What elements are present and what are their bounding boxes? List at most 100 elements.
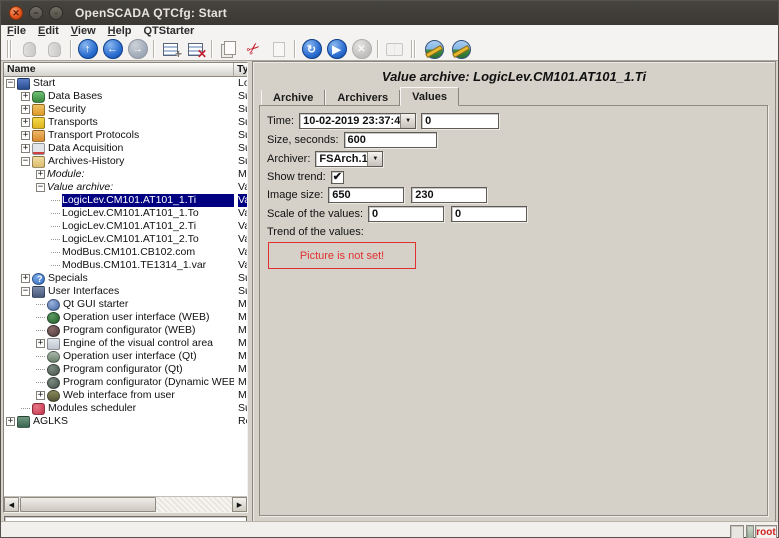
- qtstarter-config-icon[interactable]: [449, 38, 474, 60]
- image-width-input[interactable]: [328, 187, 404, 203]
- tree-item[interactable]: LogicLev.CM101.AT101_2.ToVa: [4, 233, 247, 246]
- tree-item[interactable]: +SecuritySu: [4, 103, 247, 116]
- show-trend-checkbox[interactable]: [331, 171, 344, 184]
- size-seconds-input[interactable]: [344, 132, 437, 148]
- save-to-db-icon: [42, 38, 67, 60]
- tree-item[interactable]: Program configurator (WEB) Mo: [4, 324, 247, 337]
- tree-item[interactable]: +Module:Mo: [4, 168, 247, 181]
- tree-item-label: Modules scheduler: [48, 402, 234, 415]
- tree-item-type: Va: [238, 194, 247, 207]
- expand-expander-icon[interactable]: +: [36, 170, 45, 179]
- tree-item[interactable]: +Transport ProtocolsSu: [4, 129, 247, 142]
- tree-item[interactable]: +Data AcquisitionSu: [4, 142, 247, 155]
- time-combobox[interactable]: 10-02-2019 23:37:47 ▼: [299, 113, 416, 129]
- tree-item[interactable]: +Web interface from userMo: [4, 389, 247, 402]
- tree-item-type: Mo: [238, 337, 247, 350]
- tree-item[interactable]: Modules schedulerSu: [4, 402, 247, 415]
- refresh-icon[interactable]: ↻: [299, 38, 324, 60]
- tab-archivers[interactable]: Archivers: [325, 90, 400, 105]
- up-icon[interactable]: ↑: [75, 38, 100, 60]
- tree-item[interactable]: +Engine of the visual control areaMo: [4, 337, 247, 350]
- tree-item[interactable]: ModBus.CM101.TE1314_1.varVa: [4, 259, 247, 272]
- tree-horizontal-scrollbar[interactable]: ◀ ▶: [4, 496, 247, 512]
- toolbar-handle[interactable]: [411, 40, 417, 58]
- scale-min-input[interactable]: [368, 206, 444, 222]
- tree-item[interactable]: Program configurator (Dynamic WEB)Mo: [4, 376, 247, 389]
- collapse-expander-icon[interactable]: −: [21, 157, 30, 166]
- tree-item[interactable]: ModBus.CM101.CB102.comVa: [4, 246, 247, 259]
- tree-item[interactable]: −Archives-HistorySu: [4, 155, 247, 168]
- tree-item-type: Mo: [238, 324, 247, 337]
- collapse-expander-icon[interactable]: −: [21, 287, 30, 296]
- size-label: Size, seconds:: [267, 134, 339, 146]
- tree-header-type[interactable]: Ty: [234, 63, 247, 76]
- expand-expander-icon[interactable]: +: [36, 339, 45, 348]
- cut-item-icon[interactable]: ✂: [241, 38, 266, 60]
- tree-item[interactable]: −Value archive:Va: [4, 181, 247, 194]
- tree-item[interactable]: +AGLKSRe: [4, 415, 247, 428]
- window-minimize-icon[interactable]: −: [29, 6, 43, 20]
- toolbar-handle[interactable]: [7, 40, 13, 58]
- menu-item-qtstarter[interactable]: QTStarter: [138, 25, 201, 38]
- scroll-left-icon[interactable]: ◀: [4, 497, 19, 512]
- menu-bar: FileEditViewHelpQTStarter: [1, 25, 778, 38]
- scale-max-input[interactable]: [451, 206, 527, 222]
- tree-item[interactable]: Qt GUI starterMo: [4, 298, 247, 311]
- qtstarter-vision-icon[interactable]: [422, 38, 447, 60]
- expand-expander-icon[interactable]: +: [36, 391, 45, 400]
- scrollbar-thumb[interactable]: [20, 497, 156, 512]
- expand-expander-icon[interactable]: +: [21, 118, 30, 127]
- load-from-db-icon: [17, 38, 42, 60]
- stop-updating-icon: ✕: [349, 38, 374, 60]
- time-offset-input[interactable]: [421, 113, 499, 129]
- add-item-icon[interactable]: +: [158, 38, 183, 60]
- web-ui-icon: [47, 312, 60, 324]
- start-updating-icon[interactable]: ▶: [324, 38, 349, 60]
- menu-item-edit[interactable]: Edit: [32, 25, 65, 38]
- menu-item-file[interactable]: File: [1, 25, 32, 38]
- tree-item[interactable]: LogicLev.CM101.AT101_1.TiVa: [4, 194, 247, 207]
- tree-item-type: Su: [238, 285, 247, 298]
- menu-item-view[interactable]: View: [65, 25, 102, 38]
- tree-item[interactable]: +SpecialsSu: [4, 272, 247, 285]
- expand-expander-icon[interactable]: +: [21, 274, 30, 283]
- tree-header-name[interactable]: Name: [4, 63, 234, 76]
- tab-values[interactable]: Values: [400, 87, 459, 106]
- tree-item-label: Transport Protocols: [48, 129, 234, 142]
- collapse-expander-icon[interactable]: −: [6, 79, 15, 88]
- menu-item-help[interactable]: Help: [102, 25, 138, 38]
- tree-item[interactable]: Program configurator (Qt)Mo: [4, 363, 247, 376]
- expand-expander-icon[interactable]: +: [21, 131, 30, 140]
- collapse-expander-icon[interactable]: −: [36, 183, 45, 192]
- tree-item[interactable]: +Data BasesSu: [4, 90, 247, 103]
- tree-item[interactable]: LogicLev.CM101.AT101_1.ToVa: [4, 207, 247, 220]
- combo-arrow-icon[interactable]: ▼: [367, 152, 382, 166]
- tree-item[interactable]: Operation user interface (Qt)Mo: [4, 350, 247, 363]
- expand-expander-icon[interactable]: +: [21, 105, 30, 114]
- window-maximize-icon[interactable]: ▫: [49, 6, 63, 20]
- tree-item-type: Mo: [238, 363, 247, 376]
- archiver-label: Archiver:: [267, 153, 310, 165]
- expand-expander-icon[interactable]: +: [21, 92, 30, 101]
- tree-item[interactable]: Operation user interface (WEB)Mo: [4, 311, 247, 324]
- tree-item[interactable]: −User InterfacesSu: [4, 285, 247, 298]
- window-close-icon[interactable]: ✕: [9, 6, 23, 20]
- image-height-input[interactable]: [411, 187, 487, 203]
- window-title: OpenSCADA QTCfg: Start: [75, 6, 227, 20]
- tree-item[interactable]: LogicLev.CM101.AT101_2.TiVa: [4, 220, 247, 233]
- back-icon[interactable]: ←: [100, 38, 125, 60]
- tree-item[interactable]: +TransportsSu: [4, 116, 247, 129]
- user-interfaces-icon: [32, 286, 45, 298]
- expand-expander-icon[interactable]: +: [6, 417, 15, 426]
- archiver-combobox[interactable]: FSArch.1s ▼: [315, 151, 383, 167]
- scroll-right-icon[interactable]: ▶: [232, 497, 247, 512]
- copy-item-icon[interactable]: [216, 38, 241, 60]
- tab-archive[interactable]: Archive: [261, 90, 325, 105]
- tree-item-type: Mo: [238, 311, 247, 324]
- tree-item-label: Program configurator (WEB): [63, 324, 234, 337]
- combo-arrow-icon[interactable]: ▼: [400, 114, 415, 128]
- delete-item-icon[interactable]: ✕: [183, 38, 208, 60]
- tree-item[interactable]: −StartLo: [4, 77, 247, 90]
- tree-item-label: LogicLev.CM101.AT101_2.Ti: [62, 220, 234, 233]
- expand-expander-icon[interactable]: +: [21, 144, 30, 153]
